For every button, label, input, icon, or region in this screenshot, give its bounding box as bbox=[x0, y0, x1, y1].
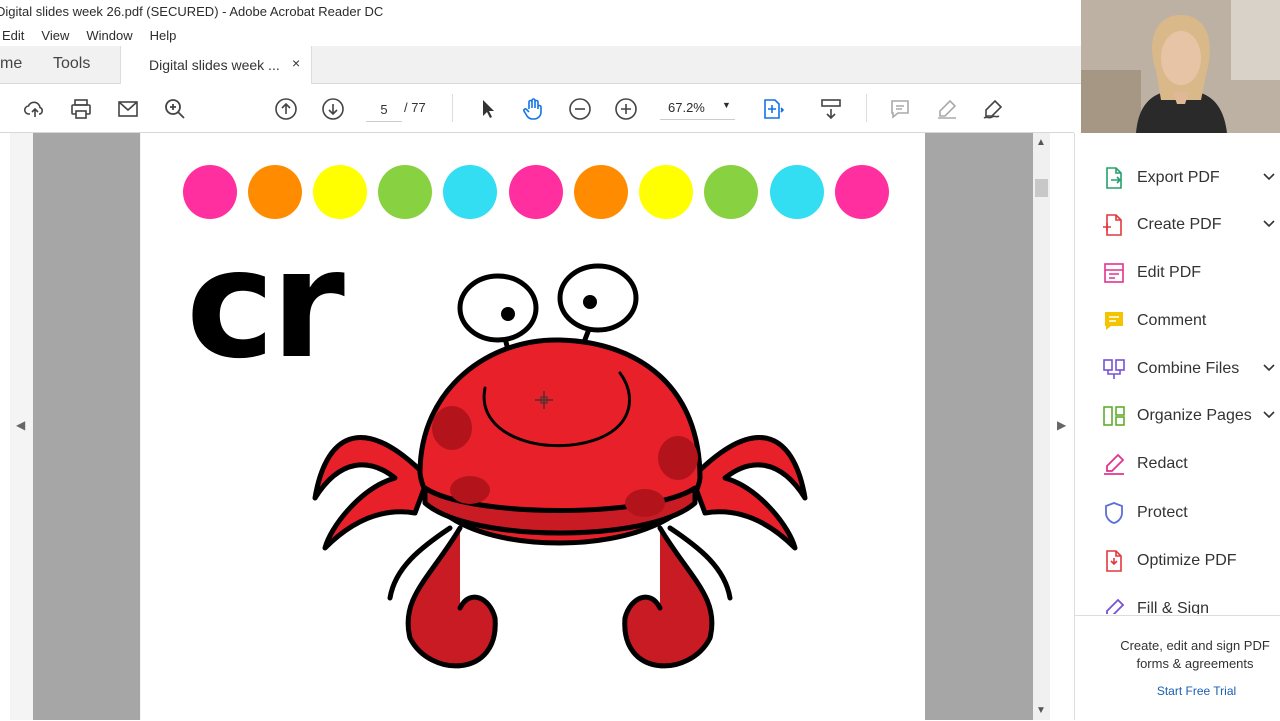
tab-document[interactable]: Digital slides week ... × bbox=[120, 46, 312, 84]
next-page-icon[interactable] bbox=[320, 96, 346, 122]
toolbar-divider bbox=[452, 94, 453, 122]
tool-edit-pdf[interactable]: Edit PDF bbox=[1075, 256, 1280, 290]
zoom-value: 67.2% bbox=[668, 100, 705, 115]
color-dot bbox=[639, 165, 693, 219]
highlight-pen-icon[interactable] bbox=[934, 96, 960, 122]
tool-label: Protect bbox=[1137, 504, 1188, 521]
chevron-down-icon[interactable] bbox=[1261, 359, 1277, 375]
left-gutter bbox=[0, 133, 10, 720]
scroll-up-icon[interactable]: ▲ bbox=[1036, 137, 1046, 148]
tool-combine-files[interactable]: Combine Files bbox=[1075, 352, 1280, 386]
page-number-input[interactable] bbox=[366, 97, 402, 122]
webcam-overlay bbox=[1081, 0, 1280, 133]
scrollbar-thumb[interactable] bbox=[1035, 179, 1048, 197]
fill-sign-icon bbox=[1106, 598, 1125, 614]
color-dot bbox=[770, 165, 824, 219]
color-dot bbox=[704, 165, 758, 219]
sign-pen-icon[interactable] bbox=[980, 96, 1006, 122]
color-dot bbox=[835, 165, 889, 219]
previous-page-icon[interactable] bbox=[273, 96, 299, 122]
promo-text: Create, edit and sign PDF forms & agreem… bbox=[1075, 637, 1280, 673]
page-total: / 77 bbox=[404, 100, 426, 115]
menu-bar: Edit View Window Help bbox=[0, 24, 1081, 46]
window-title-bar: Digital slides week 26.pdf (SECURED) - A… bbox=[0, 0, 1081, 24]
zoom-select[interactable]: 67.2% ▼ bbox=[660, 97, 735, 120]
chevron-down-icon: ▼ bbox=[722, 100, 731, 110]
toolbar: / 77 67.2% ▼ bbox=[0, 84, 1074, 133]
combine-files-icon bbox=[1103, 359, 1125, 379]
collapse-left-pane-icon[interactable]: ◀ bbox=[16, 418, 25, 432]
color-dot bbox=[248, 165, 302, 219]
organize-pages-icon bbox=[1103, 406, 1125, 426]
chevron-down-icon[interactable] bbox=[1261, 406, 1277, 422]
color-dot bbox=[378, 165, 432, 219]
edit-pdf-icon bbox=[1104, 263, 1124, 283]
vertical-scrollbar[interactable]: ▲ ▼ bbox=[1033, 133, 1050, 720]
tool-optimize-pdf[interactable]: Optimize PDF bbox=[1075, 544, 1280, 578]
tab-document-label: Digital slides week ... bbox=[149, 57, 280, 73]
tool-label: Create PDF bbox=[1137, 216, 1222, 233]
color-dot bbox=[443, 165, 497, 219]
tool-redact[interactable]: Redact bbox=[1075, 447, 1280, 481]
tool-comment[interactable]: Comment bbox=[1075, 304, 1280, 338]
menu-view[interactable]: View bbox=[41, 28, 69, 43]
toolbar-divider bbox=[866, 94, 867, 122]
color-dot bbox=[509, 165, 563, 219]
comment-icon[interactable] bbox=[887, 96, 913, 122]
upload-cloud-icon[interactable] bbox=[22, 96, 48, 122]
hand-tool-icon[interactable] bbox=[520, 96, 546, 122]
tool-export-pdf[interactable]: Export PDF bbox=[1075, 161, 1280, 195]
tool-label: Optimize PDF bbox=[1137, 552, 1237, 569]
comment-icon bbox=[1105, 312, 1123, 330]
tool-label: Redact bbox=[1137, 455, 1188, 472]
optimize-pdf-icon bbox=[1106, 550, 1122, 572]
promo-panel: Create, edit and sign PDF forms & agreem… bbox=[1075, 615, 1280, 721]
color-dot bbox=[313, 165, 367, 219]
tab-bar: me Tools Digital slides week ... × bbox=[0, 46, 1081, 84]
tab-home[interactable]: me bbox=[0, 55, 22, 73]
start-free-trial-link[interactable]: Start Free Trial bbox=[1075, 684, 1280, 698]
redact-icon bbox=[1104, 453, 1125, 475]
window-title: Digital slides week 26.pdf (SECURED) - A… bbox=[0, 4, 384, 19]
fit-page-icon[interactable] bbox=[760, 96, 786, 122]
tab-tools[interactable]: Tools bbox=[53, 55, 90, 73]
protect-icon bbox=[1105, 502, 1123, 524]
close-tab-icon[interactable]: × bbox=[292, 55, 300, 71]
email-icon[interactable] bbox=[115, 96, 141, 122]
promo-line-2: forms & agreements bbox=[1136, 656, 1254, 671]
tool-label: Edit PDF bbox=[1137, 264, 1202, 281]
tool-fill-sign[interactable]: Fill & Sign bbox=[1075, 592, 1280, 614]
zoom-out-icon[interactable] bbox=[567, 96, 593, 122]
search-icon[interactable] bbox=[162, 96, 188, 122]
zoom-in-icon[interactable] bbox=[613, 96, 639, 122]
crosshair-cursor-icon bbox=[535, 391, 553, 409]
tool-label: Combine Files bbox=[1137, 360, 1240, 377]
chevron-down-icon[interactable] bbox=[1261, 215, 1277, 231]
tool-protect[interactable]: Protect bbox=[1075, 496, 1280, 530]
menu-window[interactable]: Window bbox=[86, 28, 132, 43]
tool-label: Comment bbox=[1137, 312, 1207, 329]
create-pdf-icon bbox=[1103, 214, 1122, 236]
menu-edit[interactable]: Edit bbox=[2, 28, 24, 43]
tool-label: Fill & Sign bbox=[1137, 600, 1210, 614]
collapse-right-pane-icon[interactable]: ▶ bbox=[1057, 418, 1066, 432]
crab-illustration bbox=[312, 263, 808, 669]
print-icon[interactable] bbox=[68, 96, 94, 122]
select-arrow-icon[interactable] bbox=[474, 96, 500, 122]
chevron-down-icon[interactable] bbox=[1261, 168, 1277, 184]
scroll-mode-icon[interactable] bbox=[818, 96, 844, 122]
color-dot bbox=[574, 165, 628, 219]
export-pdf-icon bbox=[1106, 167, 1122, 189]
tool-label: Export PDF bbox=[1137, 169, 1220, 186]
promo-line-1: Create, edit and sign PDF bbox=[1120, 638, 1270, 653]
page-margin-right bbox=[925, 133, 1033, 720]
scroll-down-icon[interactable]: ▼ bbox=[1036, 705, 1046, 716]
page-margin-left bbox=[33, 133, 140, 720]
color-dot bbox=[183, 165, 237, 219]
tool-organize-pages[interactable]: Organize Pages bbox=[1075, 399, 1280, 433]
menu-help[interactable]: Help bbox=[150, 28, 177, 43]
tool-create-pdf[interactable]: Create PDF bbox=[1075, 208, 1280, 242]
tool-label: Organize Pages bbox=[1137, 407, 1252, 424]
